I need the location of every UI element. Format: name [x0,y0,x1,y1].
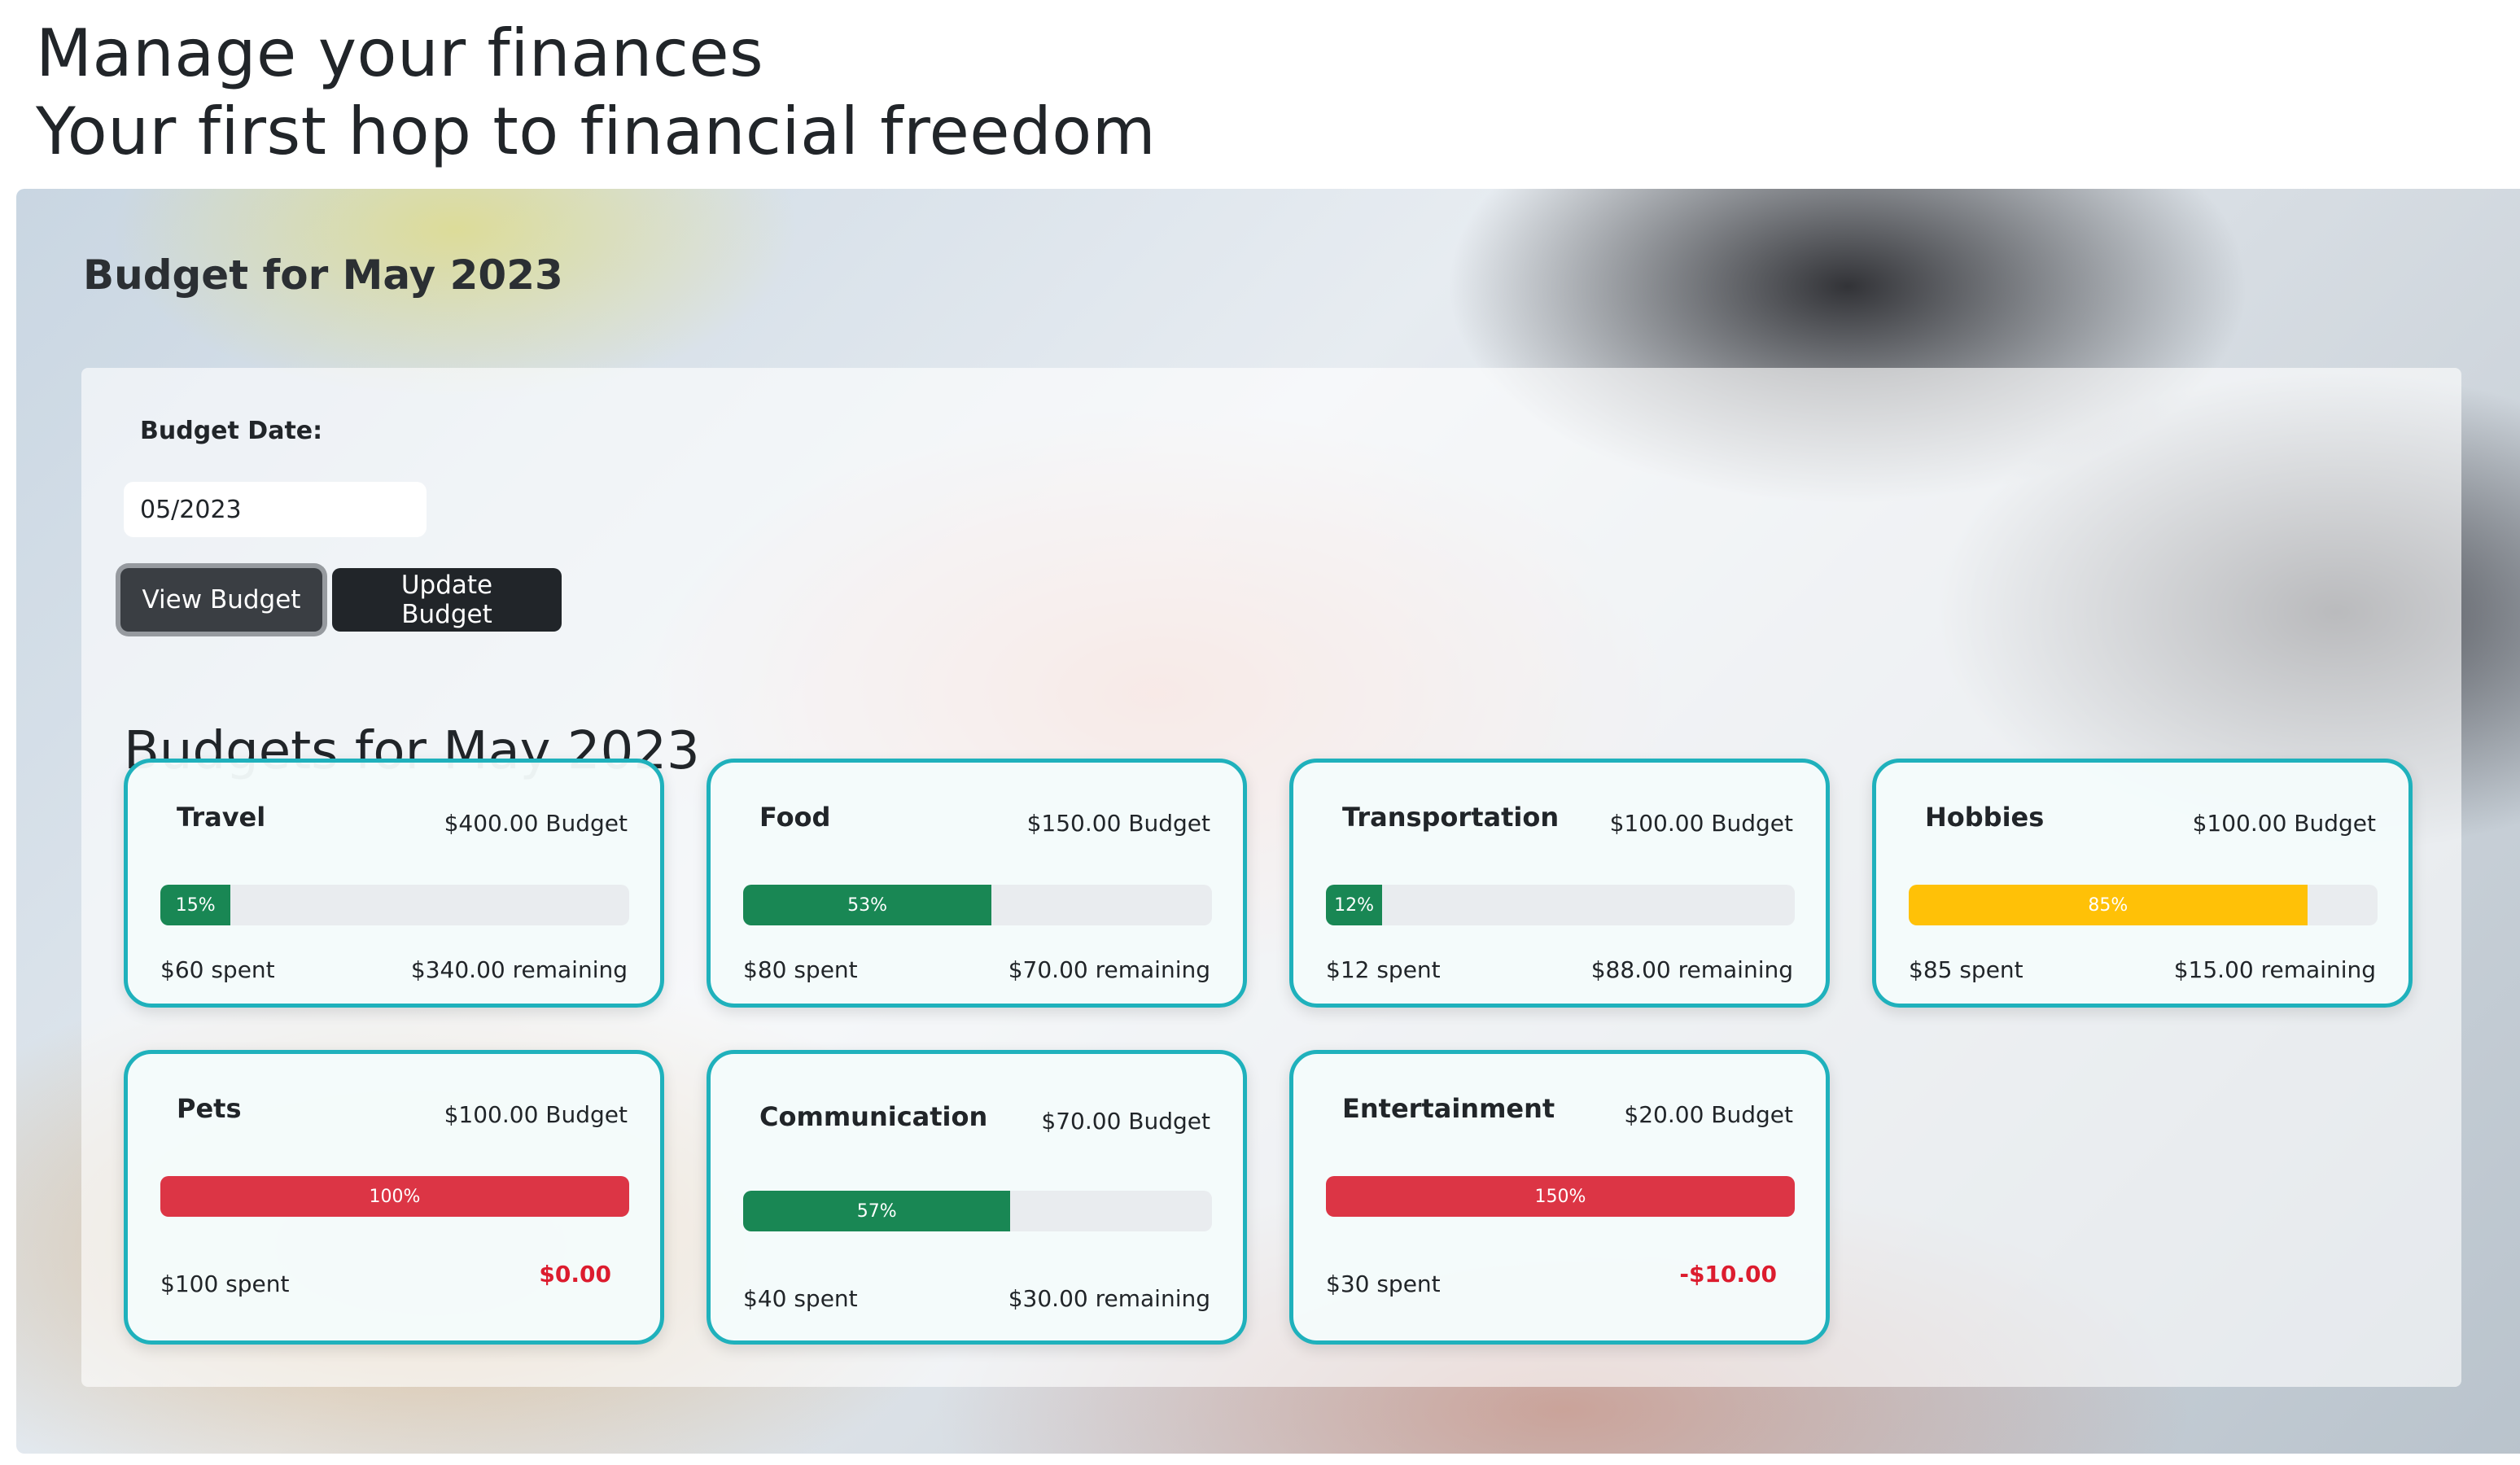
budget-spent: $60 spent [160,956,275,983]
budget-progress: 15% [160,885,629,925]
budget-progress: 53% [743,885,1212,925]
budget-progress-bar: 12% [1326,885,1383,925]
budget-progress-bar: 57% [743,1191,1011,1231]
budget-panel-heading: Budget for May 2023 [83,251,563,299]
budget-card-amount: $100.00 Budget [2192,810,2376,837]
budget-spent: $30 spent [1326,1270,1441,1297]
budget-card-name: Transportation [1342,802,1560,833]
budget-progress: 85% [1909,885,2378,925]
budget-date-label: Budget Date: [140,417,323,445]
hero-titles: Manage your finances Your first hop to f… [36,15,1156,171]
budget-card-amount: $100.00 Budget [444,1101,628,1128]
budget-spent: $85 spent [1909,956,2023,983]
budget-card-amount: $20.00 Budget [1624,1101,1793,1128]
budget-progress: 57% [743,1191,1212,1231]
budget-remaining: $340.00 remaining [410,956,628,983]
budget-spent: $100 spent [160,1270,290,1297]
hero-title: Manage your finances [36,15,764,91]
budget-progress: 12% [1326,885,1795,925]
budget-remaining: $30.00 remaining [1008,1285,1210,1312]
budget-card-amount: $70.00 Budget [1041,1108,1210,1135]
budget-card-name: Entertainment [1342,1093,1555,1124]
budget-card-food: Food $150.00 Budget 53% $80 spent $70.00… [707,759,1247,1008]
hero-subtitle: Your first hop to financial freedom [36,94,1157,169]
budget-card-amount: $100.00 Budget [1609,810,1793,837]
budget-remaining: $15.00 remaining [2173,956,2376,983]
budget-date-input[interactable] [124,482,427,537]
budget-remaining: $70.00 remaining [1008,956,1210,983]
budget-card-name: Travel [177,802,266,833]
budget-progress-bar: 100% [160,1176,629,1217]
budget-card-name: Food [759,802,831,833]
budget-panel: Budget for May 2023 Budget Date: View Bu… [16,189,2520,1454]
budget-remaining: -$10.00 [1679,1261,1777,1288]
budget-card-entertainment: Entertainment $20.00 Budget 150% $30 spe… [1289,1050,1830,1345]
budget-card-hobbies: Hobbies $100.00 Budget 85% $85 spent $15… [1872,759,2413,1008]
update-budget-button[interactable]: Update Budget [332,568,562,632]
budget-progress: 150% [1326,1176,1795,1217]
budget-progress: 100% [160,1176,629,1217]
budget-spent: $12 spent [1326,956,1441,983]
budget-card-name: Pets [177,1093,242,1124]
budget-spent: $80 spent [743,956,858,983]
budget-progress-bar: 150% [1326,1176,1795,1217]
budget-progress-bar: 15% [160,885,231,925]
budget-spent: $40 spent [743,1285,858,1312]
view-budget-button[interactable]: View Budget [120,568,322,632]
budget-card-communication: Communication $70.00 Budget 57% $40 spen… [707,1050,1247,1345]
budget-card-amount: $150.00 Budget [1026,810,1210,837]
budget-progress-bar: 85% [1909,885,2308,925]
budget-card-pets: Pets $100.00 Budget 100% $100 spent $0.0… [124,1050,664,1345]
budget-card-transportation: Transportation $100.00 Budget 12% $12 sp… [1289,759,1830,1008]
budget-remaining: $0.00 [539,1261,611,1288]
budget-card-name: Communication [759,1101,988,1132]
budget-card-travel: Travel $400.00 Budget 15% $60 spent $340… [124,759,664,1008]
budget-card-name: Hobbies [1925,802,2045,833]
budget-remaining: $88.00 remaining [1590,956,1793,983]
budget-card-amount: $400.00 Budget [444,810,628,837]
budget-progress-bar: 53% [743,885,992,925]
